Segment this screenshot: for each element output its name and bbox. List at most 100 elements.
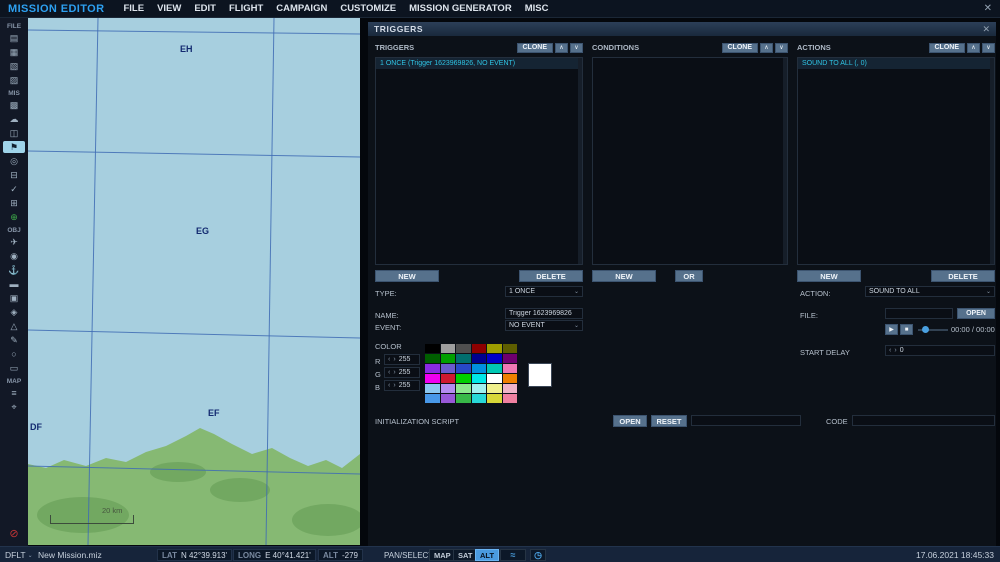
color-swatch[interactable] [502, 364, 517, 373]
color-swatch[interactable] [487, 344, 502, 353]
save-mission-icon[interactable]: ▧ [3, 60, 25, 72]
red-stepper[interactable]: ‹ › 255 [384, 354, 420, 365]
close-icon[interactable]: ✕ [982, 24, 990, 35]
ruler-icon[interactable]: ▭ [3, 362, 25, 374]
static-object-icon[interactable]: ▣ [3, 292, 25, 304]
triggers-icon[interactable]: ⚑ [3, 141, 25, 153]
color-swatch[interactable] [456, 374, 471, 383]
init-script-reset-button[interactable]: RESET [651, 415, 687, 427]
color-swatch[interactable] [456, 384, 471, 393]
trigger-new-button[interactable]: NEW [375, 270, 439, 282]
color-swatch[interactable] [440, 374, 455, 383]
menu-flight[interactable]: FLIGHT [229, 3, 263, 14]
rules-icon[interactable]: ◫ [3, 127, 25, 139]
color-swatch[interactable] [456, 344, 471, 353]
color-swatch[interactable] [471, 374, 486, 383]
menu-campaign[interactable]: CAMPAIGN [276, 3, 327, 14]
actions-move-up-button[interactable]: ∧ [967, 42, 980, 53]
init-script-open-button[interactable]: OPEN [613, 415, 647, 427]
color-swatch[interactable] [487, 394, 502, 403]
action-new-button[interactable]: NEW [797, 270, 861, 282]
goals-icon[interactable]: ◎ [3, 155, 25, 167]
type-dropdown[interactable]: 1 ONCE ⌄ [505, 286, 583, 297]
map-view-button[interactable]: MAP [429, 549, 456, 561]
record-icon[interactable]: ⊘ [3, 528, 25, 540]
trigger-name-input[interactable] [505, 308, 583, 319]
green-stepper[interactable]: ‹ › 255 [384, 367, 420, 378]
conditions-list[interactable] [592, 57, 788, 265]
action-dropdown[interactable]: SOUND TO ALL ⌄ [865, 286, 995, 297]
menu-file[interactable]: FILE [123, 3, 144, 14]
color-swatch[interactable] [440, 354, 455, 363]
menu-misc[interactable]: MISC [525, 3, 549, 14]
scrollbar[interactable] [990, 58, 994, 264]
slider-handle[interactable] [922, 326, 929, 333]
color-swatch[interactable] [425, 384, 440, 393]
briefing-icon[interactable]: ▩ [3, 99, 25, 111]
action-delete-button[interactable]: DELETE [931, 270, 995, 282]
color-swatch[interactable] [425, 344, 440, 353]
increment-icon[interactable]: › [393, 356, 395, 363]
drawing-icon[interactable]: ✎ [3, 334, 25, 346]
color-swatch[interactable] [471, 384, 486, 393]
conditions-clone-button[interactable]: CLONE [721, 42, 758, 53]
actions-clone-button[interactable]: CLONE [928, 42, 965, 53]
action-list-item[interactable]: SOUND TO ALL (, 0) [798, 58, 994, 69]
zone-icon[interactable]: △ [3, 320, 25, 332]
layers-toggle-button[interactable]: ≈ [500, 549, 526, 561]
triggers-panel-header[interactable]: TRIGGERS ✕ [368, 22, 996, 36]
color-swatch[interactable] [502, 354, 517, 363]
color-swatch[interactable] [502, 384, 517, 393]
stop-button[interactable]: ■ [900, 324, 913, 335]
color-swatch[interactable] [456, 364, 471, 373]
distance-tool-icon[interactable]: ○ [3, 348, 25, 360]
profile-dropdown[interactable]: DFLT ⌄ [5, 547, 33, 562]
color-swatch[interactable] [487, 364, 502, 373]
color-swatch[interactable] [440, 364, 455, 373]
ship-icon[interactable]: ⚓ [3, 264, 25, 276]
trigger-delete-button[interactable]: DELETE [519, 270, 583, 282]
color-swatch[interactable] [440, 344, 455, 353]
menu-view[interactable]: VIEW [157, 3, 181, 14]
close-icon[interactable]: ✕ [984, 3, 992, 14]
event-dropdown[interactable]: NO EVENT ⌄ [505, 320, 583, 331]
alt-view-button[interactable]: ALT [475, 549, 500, 561]
time-toggle-button[interactable]: ◷ [530, 549, 546, 561]
color-swatch[interactable] [471, 354, 486, 363]
init-script-code-input[interactable] [852, 415, 995, 426]
map-viewport[interactable]: EH EG EF DF 20 km [28, 18, 360, 545]
color-swatch[interactable] [487, 374, 502, 383]
color-swatch[interactable] [456, 354, 471, 363]
scrollbar[interactable] [578, 58, 582, 264]
decrement-icon[interactable]: ‹ [889, 347, 891, 354]
weather-icon[interactable]: ☁ [3, 113, 25, 125]
color-swatch[interactable] [425, 354, 440, 363]
increment-icon[interactable]: › [393, 369, 395, 376]
failures-icon[interactable]: ⊟ [3, 169, 25, 181]
play-button[interactable]: ▶ [885, 324, 898, 335]
color-swatch[interactable] [471, 344, 486, 353]
color-swatch[interactable] [425, 394, 440, 403]
triggers-clone-button[interactable]: CLONE [516, 42, 553, 53]
start-delay-stepper[interactable]: ‹ › 0 [885, 345, 995, 356]
color-swatch[interactable] [502, 344, 517, 353]
decrement-icon[interactable]: ‹ [388, 369, 390, 376]
color-swatch[interactable] [487, 354, 502, 363]
helicopter-icon[interactable]: ◉ [3, 250, 25, 262]
triggers-list[interactable]: 1 ONCE (Trigger 1623969826, NO EVENT) [375, 57, 583, 265]
condition-new-button[interactable]: NEW [592, 270, 656, 282]
color-swatch[interactable] [487, 384, 502, 393]
decrement-icon[interactable]: ‹ [388, 356, 390, 363]
increment-icon[interactable]: › [393, 382, 395, 389]
scrollbar[interactable] [783, 58, 787, 264]
open-mission-icon[interactable]: ▦ [3, 46, 25, 58]
conditions-move-down-button[interactable]: ∨ [775, 42, 788, 53]
add-unit-icon[interactable]: ⊕ [3, 211, 25, 223]
blue-stepper[interactable]: ‹ › 255 [384, 380, 420, 391]
triggers-move-up-button[interactable]: ∧ [555, 42, 568, 53]
marker-icon[interactable]: ⌖ [3, 401, 25, 413]
color-swatch[interactable] [425, 364, 440, 373]
new-mission-icon[interactable]: ▤ [3, 32, 25, 44]
color-swatch[interactable] [440, 394, 455, 403]
menu-mission-generator[interactable]: MISSION GENERATOR [409, 3, 512, 14]
